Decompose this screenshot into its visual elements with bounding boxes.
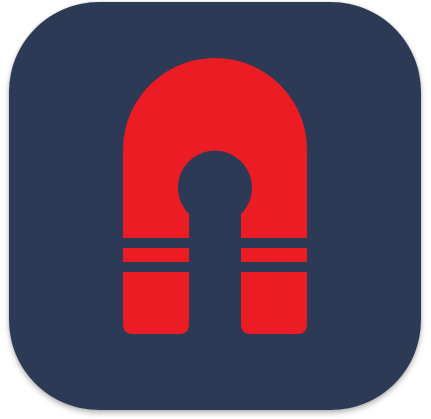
app-icon-screen xyxy=(0,0,431,419)
stripe-lower-right xyxy=(237,262,311,272)
stripe-lower-left xyxy=(119,262,193,272)
magnet-icon xyxy=(9,2,421,410)
app-icon-tile[interactable] xyxy=(9,2,421,410)
stripe-upper-right xyxy=(237,238,311,248)
stripe-upper-left xyxy=(119,238,193,248)
